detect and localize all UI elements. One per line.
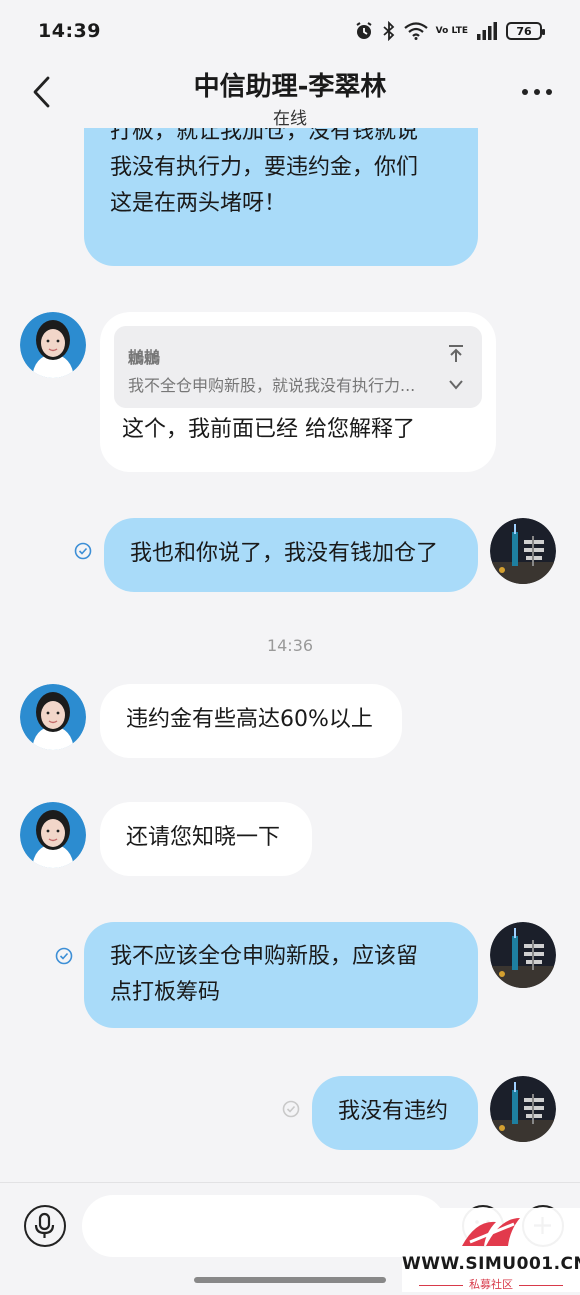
unread-receipt-icon [282,1100,300,1118]
message-bubble-incoming[interactable]: 还请您知晓一下 [100,802,312,876]
message-input[interactable] [82,1195,446,1257]
contact-avatar[interactable] [20,802,86,868]
message-bubble-incoming[interactable]: 鶒鶒 我不全仓申购新股，就说我没有执行力... 这个，我前面已经 给您解释了 [100,312,496,472]
message-line: 我不应该全仓申购新股，应该留 [110,944,419,969]
read-receipt-icon [55,947,73,965]
watermark: WWW.SIMU001.CN 私募社区 [402,1208,580,1292]
chat-header: 中信助理-李翠林 在线 [0,62,580,129]
message-line: 我没有执行力，要违约金，你们 [110,155,419,180]
my-avatar[interactable] [490,518,556,584]
message-line: 打板，就让我加仓，没有钱就说 [110,128,419,144]
quoted-message[interactable]: 鶒鶒 我不全仓申购新股，就说我没有执行力... [114,326,482,408]
contact-avatar[interactable] [20,312,86,378]
voice-input-button[interactable] [24,1205,66,1247]
jump-to-quote-icon[interactable] [446,340,466,362]
home-indicator[interactable] [194,1277,386,1283]
signal-icon [476,22,498,40]
message-timestamp: 14:36 [266,636,314,655]
message-line: 这是在两头堵呀！ [110,191,287,216]
read-receipt-icon [74,542,92,560]
contact-avatar[interactable] [20,684,86,750]
my-avatar[interactable] [490,922,556,988]
more-dots-icon [522,89,552,95]
message-text: 这个，我前面已经 给您解释了 [122,417,415,442]
contact-name: 中信助理-李翠林 [193,72,387,102]
message-text: 违约金有些高达60%以上 [126,707,373,732]
message-bubble-outgoing[interactable]: 打板，就让我加仓，没有钱就说 我没有执行力，要违约金，你们 这是在两头堵呀！ [84,128,478,266]
message-text: 我也和你说了，我没有钱加仓了 [130,541,439,566]
online-status: 在线 [273,109,307,129]
watermark-subtitle: 私募社区 [402,1276,580,1292]
message-bubble-outgoing[interactable]: 我不应该全仓申购新股，应该留 点打板筹码 [84,922,478,1028]
message-bubble-outgoing[interactable]: 我没有违约 [312,1076,478,1150]
status-time: 14:39 [38,20,101,42]
status-bar: 14:39 Vo LTE 76 [0,0,580,62]
volte-icon: Vo LTE [435,25,468,36]
watermark-url: WWW.SIMU001.CN [402,1254,580,1274]
more-options-button[interactable] [520,82,554,102]
message-bubble-incoming[interactable]: 违约金有些高达60%以上 [100,684,402,758]
alarm-icon [354,21,374,41]
message-text: 我没有违约 [338,1099,449,1124]
message-list[interactable]: 打板，就让我加仓，没有钱就说 我没有执行力，要违约金，你们 这是在两头堵呀！ 鶒… [0,128,580,1180]
my-avatar[interactable] [490,1076,556,1142]
status-icons: Vo LTE 76 [354,21,545,41]
message-text: 还请您知晓一下 [126,825,281,850]
battery-icon: 76 [506,22,545,40]
quoted-text: 我不全仓申购新股，就说我没有执行力... [128,376,416,395]
message-bubble-outgoing[interactable]: 我也和你说了，我没有钱加仓了 [104,518,478,592]
wifi-icon [403,22,428,40]
message-line: 点打板筹码 [110,980,221,1005]
chevron-down-icon[interactable] [448,368,464,390]
microphone-icon [34,1212,55,1238]
watermark-logo-icon [462,1218,520,1246]
bluetooth-icon [382,21,396,41]
